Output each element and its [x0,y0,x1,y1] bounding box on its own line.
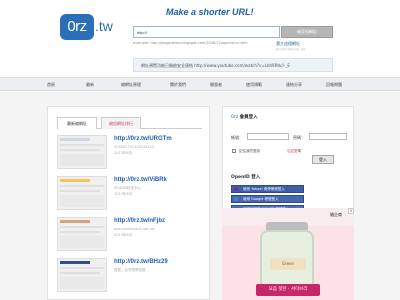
header: 0rz .tw Make a shorter URL! 縮至短網址 exampl… [0,0,400,72]
nav-item-terms[interactable]: 使用規範 [246,82,262,88]
password-label: 密碼： [293,135,305,140]
link-title: 首頁 | 台灣寬帶追蹤... [114,268,149,272]
ad-corner-text: 婚企商 [330,212,342,217]
logo-main: 0rz [60,14,94,40]
short-link[interactable]: http://0rz.tw/ViBRk [114,177,167,183]
list-item: http://0rz.tw/ViBRk 3D4DM科技中心 2013年6月 [57,176,202,216]
short-link[interactable]: http://0rz.tw/URGTm [114,136,172,142]
example-text: example: http://blogsdemo.blogspot.com/2… [133,41,248,45]
list-item: http://0rz.tw/BHz29 首頁 | 台灣寬帶追蹤... [57,258,202,298]
remember-checkbox[interactable] [232,149,236,153]
account-label: 帳號： [231,135,243,140]
thumbnail[interactable] [57,135,107,169]
link-title: openrestaurant.com.tw [114,227,155,231]
ad-banner[interactable]: 요즘 핫한 · 셔이브리 [256,284,320,296]
password-input[interactable] [309,133,347,140]
login-panel: 0rz 會員登入 帳號： 密碼： 記住我的登錄 忘記密碼 登入 OpenID 登… [222,106,354,219]
link-title: 305003751129132521 [114,145,155,149]
login-title-prefix: 0rz [231,115,239,120]
link-date: 2013年6月 [114,151,133,155]
openid-title: OpenID 登入 [231,175,261,180]
tab-latest[interactable]: 最新縮網址 [57,117,97,129]
logo-ext: .tw [95,18,113,34]
info-box: 網址預覽功能已開啟安全連結 http://www.youtube.com/wat… [133,58,333,72]
login-title: 0rz 會員登入 [231,114,258,120]
recent-links-panel: 最新縮網址 縮短網址排行 http://0rz.tw/URGTm 3050037… [47,106,210,300]
thumbnail[interactable] [57,217,107,251]
tabs: 最新縮網址 縮短網址排行 [57,117,202,129]
nav-item-latest[interactable]: 最新 [86,82,94,88]
short-link[interactable]: http://0rz.tw/BHz29 [114,259,168,265]
yahoo-login-button[interactable]: 使用 Yahoo! 奇摩帳號登入 [231,185,304,193]
google-login-label: 使用 Google 帳號登入 [243,197,279,201]
url-row: 縮至短網址 [133,26,333,38]
nav-item-report[interactable]: 回報問題 [326,82,342,88]
nav-item-share[interactable]: 連結分享 [286,82,302,88]
nav-item-developer[interactable]: 開發者 [210,82,222,88]
thumbnail[interactable] [57,176,107,210]
nav-item-principle[interactable]: 縮網址原理 [121,82,141,88]
extension-sub: (((((((((((((((((((( )))) [276,47,306,51]
url-input[interactable] [133,26,280,38]
nav-item-about[interactable]: 關於我們 [170,82,186,88]
yahoo-icon [234,187,238,191]
link-date: 2013年6月 [114,233,133,237]
short-link[interactable]: http://0rz.tw/nFjbz [114,218,165,224]
yahoo-login-label: 使用 Yahoo! 奇摩帳號登入 [243,187,285,191]
slogan: Make a shorter URL! [166,7,254,17]
nav-item-home[interactable]: 首頁 [47,82,55,88]
login-button[interactable]: 登入 [312,155,334,164]
login-title-text: 會員登入 [239,115,258,120]
close-icon[interactable]: × [348,208,354,214]
list-item: http://0rz.tw/URGTm 305003751129132521 2… [57,135,202,175]
list-item: http://0rz.tw/nFjbz openrestaurant.com.t… [57,217,202,257]
link-title: 3D4DM科技中心 [114,186,141,190]
remember-label: 記住我的登錄 [239,149,260,153]
tab-ranking[interactable]: 縮短網址排行 [101,117,141,129]
forgot-password-link[interactable]: 忘記密碼 [287,149,301,154]
thumbnail[interactable] [57,258,107,292]
main-area: 最新縮網址 縮短網址排行 http://0rz.tw/URGTm 3050037… [0,92,400,300]
account-input[interactable] [247,133,289,140]
nav-bar: 首頁 最新 縮網址原理 關於我們 開發者 使用規範 連結分享 回報問題 [0,77,400,91]
google-login-button[interactable]: 使用 Google 帳號登入 [231,195,304,203]
link-date: 2013年6月 [114,192,133,196]
logo[interactable]: 0rz .tw [60,14,120,40]
google-icon [234,197,238,201]
info-text: 網址預覽功能已開啟安全連結 http://www.youtube.com/wat… [141,63,290,68]
advertisement[interactable]: 婚企商 × Green 요즘 핫한 · 셔이브리 [222,208,354,300]
shorten-button[interactable]: 縮至短網址 [281,26,333,38]
ad-jar-label: Green [270,258,306,270]
